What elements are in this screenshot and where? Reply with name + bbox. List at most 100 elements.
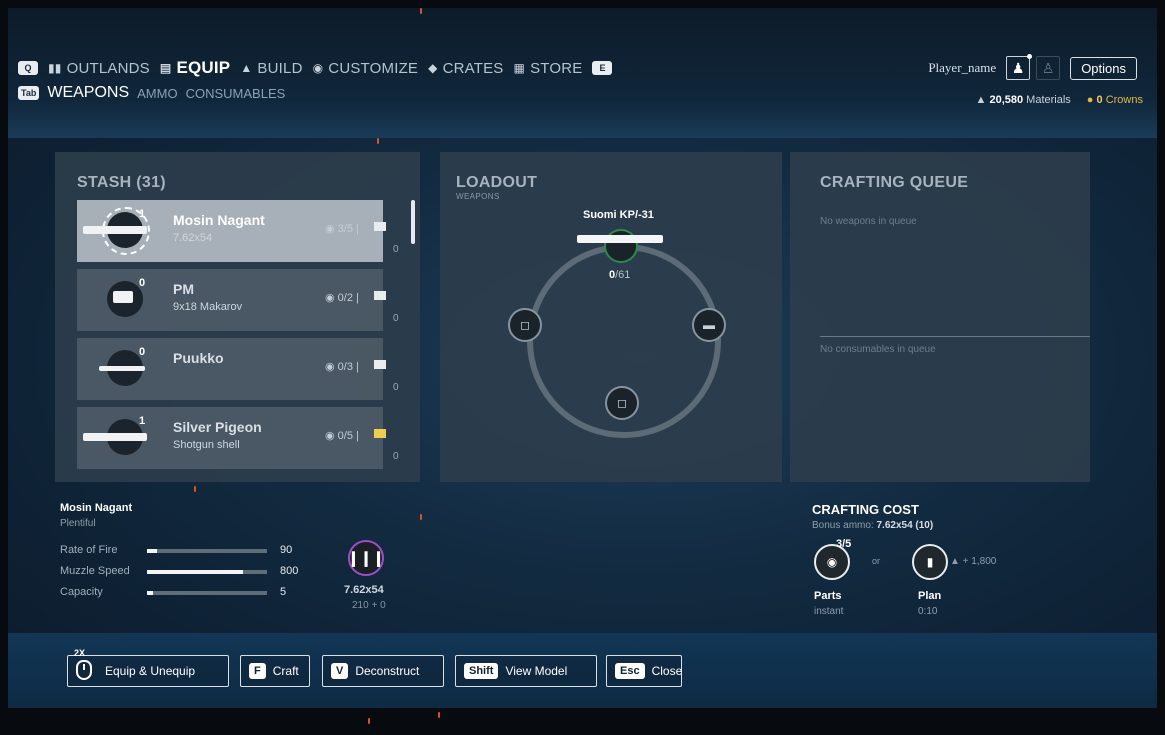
plan-cost-button[interactable]: ▮ — [912, 544, 948, 580]
close-button[interactable]: Esc Close — [606, 655, 682, 687]
loadout-title: LOADOUT — [456, 174, 538, 191]
parts-time: instant — [814, 606, 844, 617]
action-label: Close — [651, 664, 683, 678]
subtab-ammo[interactable]: AMMO — [137, 86, 177, 101]
action-label: View Model — [505, 664, 568, 678]
stash-item[interactable]: 1 Silver Pigeon Shotgun shell ◉ 0/5 | 0 — [77, 407, 399, 469]
stash-item[interactable]: 0 PM 9x18 Makarov ◉ 0/2 | 0 — [77, 269, 399, 331]
knife-icon — [99, 366, 145, 371]
item-name: Mosin Nagant — [173, 212, 265, 228]
ember-spark — [438, 712, 440, 718]
stash-title: STASH (31) — [77, 174, 166, 191]
subtab-consumables[interactable]: CONSUMABLES — [186, 86, 286, 101]
chest-icon: ▤ — [159, 61, 172, 75]
crafting-cost-title: CRAFTING COST — [812, 502, 919, 517]
bonus-ammo: Bonus ammo: 7.62x54 (10) — [812, 520, 934, 531]
sub-nav: Tab WEAPONS AMMO CONSUMABLES — [18, 84, 285, 102]
item-count: 1 — [139, 415, 146, 427]
item-parts: ◉ 0/3 | — [325, 361, 359, 373]
key-hint: F — [249, 663, 266, 679]
nav-next-key[interactable]: E — [592, 61, 613, 75]
crowns-value: 0 — [1096, 94, 1103, 106]
parts-fraction: 3/5 — [836, 538, 852, 550]
stat-fill — [147, 549, 157, 553]
queue-title: CRAFTING QUEUE — [820, 174, 969, 191]
house-icon: ▲ — [240, 61, 253, 75]
ember-spark — [420, 514, 422, 520]
tab-label: EQUIP — [176, 58, 231, 77]
view-model-button[interactable]: Shift View Model — [455, 655, 597, 687]
mouse-icon: 2X — [74, 648, 98, 683]
stat-fill — [147, 570, 243, 574]
item-name: Silver Pigeon — [173, 419, 262, 435]
currency-display: ▲ 20,580 Materials ● 0 Crowns — [976, 94, 1144, 106]
crowns-label: Crowns — [1105, 94, 1143, 106]
primary-slot-name: Suomi KP/-31 — [583, 209, 654, 221]
sidearm-slot-left[interactable]: ◻ — [508, 308, 542, 342]
item-count: 0 — [139, 346, 146, 358]
main-nav: Q ▮▮ OUTLANDS ▤ EQUIP ▲ BUILD ◉ CUSTOMIZ… — [18, 58, 613, 78]
plan-icon — [374, 291, 386, 300]
item-count: 1 — [139, 208, 146, 220]
muzzle-speed-bar — [147, 570, 267, 574]
tab-crates[interactable]: ◆ CRATES — [428, 60, 503, 77]
party-slot-button[interactable]: ♙ — [1036, 56, 1061, 80]
subnav-tab-key[interactable]: Tab — [18, 86, 40, 100]
plan-icon — [374, 429, 386, 438]
person-outline-icon: ♙ — [1041, 59, 1055, 76]
selected-weapon-name: Mosin Nagant — [60, 502, 133, 514]
mouse-click-count: 2X — [74, 647, 86, 658]
ember-spark — [368, 718, 370, 724]
tab-outlands[interactable]: ▮▮ OUTLANDS — [48, 60, 150, 77]
stat-value: 90 — [280, 544, 293, 556]
plan-count: 0 — [393, 451, 399, 462]
plan-icon — [374, 222, 386, 231]
player-avatar-button[interactable]: ♟ — [1006, 54, 1033, 80]
materials-label: Materials — [1026, 94, 1071, 106]
helmet-icon: ◉ — [312, 61, 324, 75]
equip-unequip-button[interactable]: 2X Equip & Unequip — [67, 648, 229, 687]
tab-label: STORE — [530, 59, 583, 77]
key-hint: V — [331, 663, 349, 679]
rifle-icon: ▬ — [703, 318, 715, 332]
deconstruct-button[interactable]: V Deconstruct — [322, 655, 444, 687]
craft-button[interactable]: F Craft — [240, 655, 310, 687]
key-hint: Shift — [464, 663, 499, 679]
consumables-queue-empty: No consumables in queue — [820, 344, 936, 355]
capacity-bar — [147, 591, 267, 595]
tab-equip[interactable]: ▤ EQUIP — [160, 58, 230, 78]
profile-area: Player_name ♟ ♙ Options — [928, 54, 1137, 80]
or-label: or — [872, 556, 881, 566]
ammo-type: 7.62x54 — [344, 584, 384, 596]
ammo-icon: ❙❙❙ — [347, 540, 385, 576]
parts-icon: ◉ — [826, 555, 838, 569]
tab-customize[interactable]: ◉ CUSTOMIZE — [313, 60, 419, 77]
pistol-icon — [113, 291, 133, 303]
rifle-icon — [83, 226, 147, 234]
tab-store[interactable]: ▦ STORE — [514, 60, 583, 77]
materials-cost: ▲ + 1,800 — [950, 556, 997, 567]
tab-build[interactable]: ▲ BUILD — [240, 60, 302, 77]
tab-label: CRATES — [442, 59, 504, 77]
secondary-slot-right[interactable]: ▬ — [692, 308, 726, 342]
stat-fill — [147, 591, 153, 595]
bars-icon: ▮▮ — [48, 61, 62, 75]
ember-spark — [420, 8, 422, 14]
subtab-weapons[interactable]: WEAPONS — [47, 84, 129, 102]
key-hint: Esc — [615, 663, 645, 679]
stash-item[interactable]: 0 Puukko ◉ 0/3 | 0 — [77, 338, 399, 400]
stash-item[interactable]: 1 Mosin Nagant 7.62x54 ◉ 3/5 | 0 — [77, 200, 399, 262]
sidearm-slot-bottom[interactable]: ◻ — [605, 386, 639, 420]
stat-label: Rate of Fire — [60, 544, 118, 556]
item-ammo: 7.62x54 — [173, 232, 213, 244]
nav-prev-key[interactable]: Q — [18, 61, 38, 75]
options-button[interactable]: Options — [1070, 56, 1137, 80]
item-name: PM — [173, 281, 194, 297]
plan-count: 0 — [393, 382, 399, 393]
stash-scrollbar[interactable] — [411, 200, 415, 244]
tab-label: BUILD — [257, 59, 303, 77]
stat-value: 800 — [280, 565, 299, 577]
loadout-panel: LOADOUT WEAPONS Suomi KP/-31 0/61 ◻ ▬ ◻ — [440, 152, 782, 482]
crate-icon: ◆ — [428, 61, 438, 75]
parts-label: Parts — [814, 590, 842, 602]
